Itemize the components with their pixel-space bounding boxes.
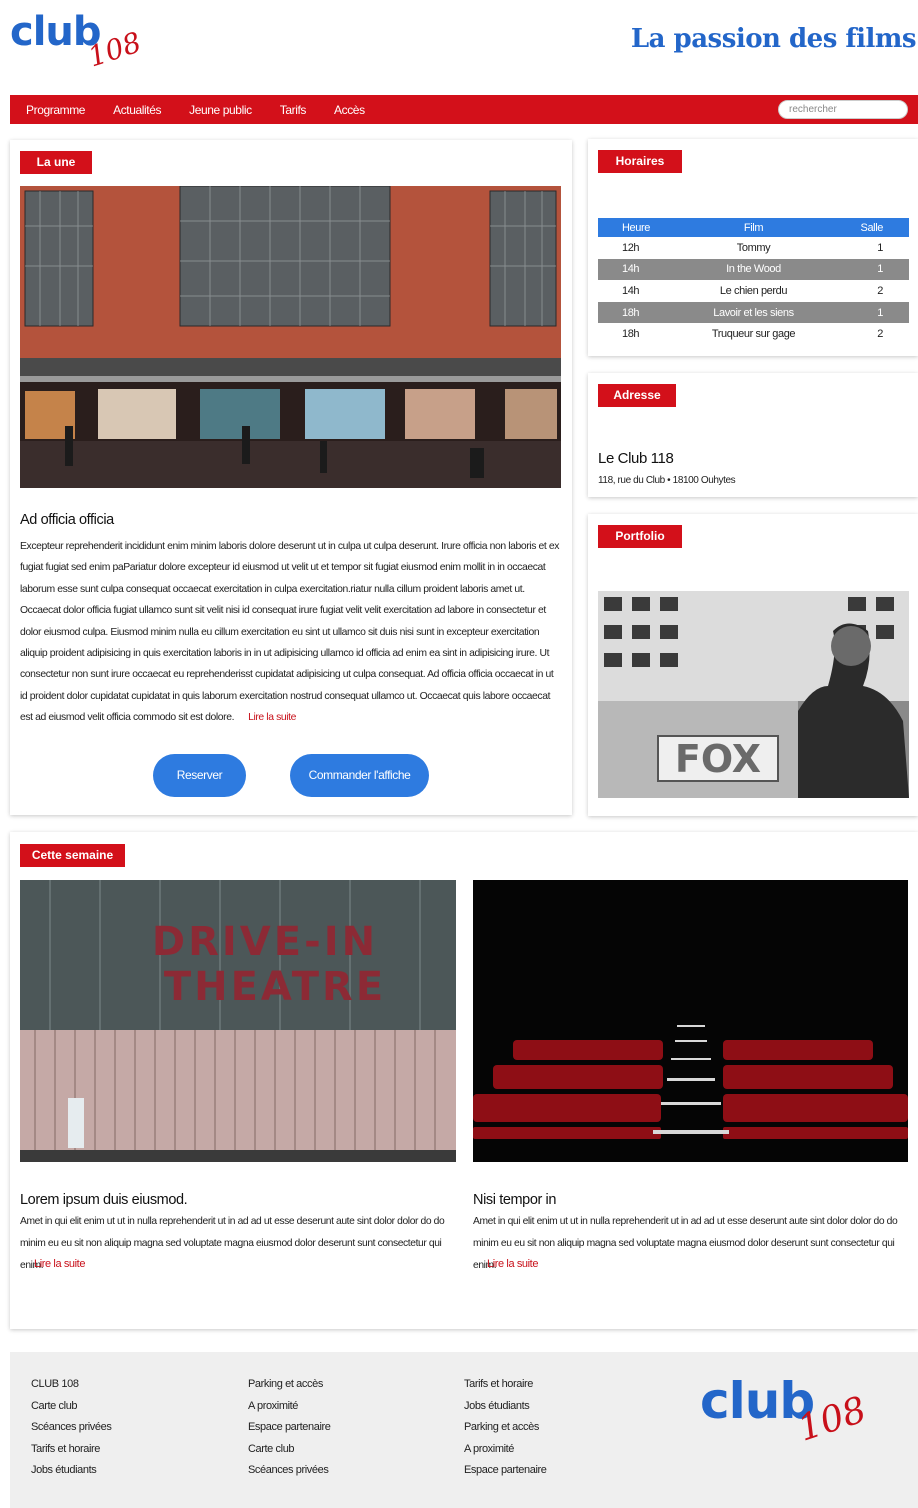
order-poster-button[interactable]: Commander l'affiche [290,754,429,797]
footer-link[interactable]: Espace partenaire [248,1417,331,1439]
la-une-text: Excepteur reprehenderit incididunt enim … [20,536,561,729]
nav-item-acces[interactable]: Accès [334,103,365,117]
main-nav: Programme Actualités Jeune public Tarifs… [10,95,918,124]
footer-link[interactable]: Carte club [31,1396,111,1418]
footer-link[interactable]: Espace partenaire [464,1460,547,1482]
news-2-title: Nisi tempor in [473,1192,557,1208]
news-2-read-more-link[interactable]: Lire la suite [487,1258,538,1270]
schedule-room: 1 [829,301,909,324]
footer-link[interactable]: Tarifs et horaire [31,1439,111,1461]
table-row[interactable]: 12h Tommy 1 [598,237,909,259]
schedule-room: 2 [877,328,883,341]
schedule-film: Le chien perdu [719,284,788,297]
cinema-name: Le Club 118 [598,450,674,467]
schedule-time: 14h [598,258,678,281]
footer-link[interactable]: Jobs étudiants [31,1460,111,1482]
schedule-time: 18h [598,301,678,324]
schedule-film: In the Wood [678,258,829,281]
footer-link[interactable]: A proximité [464,1439,546,1461]
tagline: La passion des films [630,24,917,54]
schedule-header-room: Salle [829,218,909,237]
schedule-time: 12h [622,241,640,254]
schedule-room: 1 [877,241,883,254]
schedule-header-time: Heure [598,218,678,237]
drive-in-image-text: DRIVE-IN [152,919,378,965]
news-1-text: Amet in qui elit enim ut ut in nulla rep… [20,1216,445,1271]
cinema-seats-image[interactable] [473,880,908,1162]
footer-col-3: Tarifs et horaire Jobs étudiants Parking… [464,1374,547,1482]
reserve-button[interactable]: Reserver [153,754,246,797]
footer-link[interactable]: Scéances privées [248,1460,330,1482]
portfolio-card: Portfolio FOX [588,514,918,816]
la-une-label: La une [20,151,92,174]
drive-in-image[interactable]: DRIVE-IN THEATRE [20,880,456,1162]
schedule-film: Tommy [736,241,771,254]
adresse-card: Adresse Le Club 118 118, rue du Club • 1… [588,373,918,497]
adresse-label: Adresse [598,384,676,407]
svg-text:FOX: FOX [675,737,761,781]
footer-link[interactable]: Jobs étudiants [464,1396,546,1418]
schedule-header-film: Film [678,218,829,237]
footer-link[interactable]: Parking et accès [248,1374,330,1396]
nav-item-programme[interactable]: Programme [26,103,85,117]
footer-link[interactable]: Tarifs et horaire [464,1374,546,1396]
portfolio-image[interactable]: FOX [598,591,909,798]
schedule-film: Truqueur sur gage [711,328,796,341]
schedule-room: 1 [829,258,909,281]
nav-item-tarifs[interactable]: Tarifs [280,103,307,117]
footer-logo[interactable]: club 108 [700,1376,890,1456]
la-une-read-more-link[interactable]: Lire la suite [248,712,296,723]
nav-item-actualites[interactable]: Actualités [113,103,161,117]
footer-link[interactable]: CLUB 108 [31,1374,111,1396]
la-une-title: Ad officia officia [20,512,114,528]
schedule-table: Heure Film Salle 12h Tommy 1 14h In the … [598,218,909,345]
schedule-time: 18h [622,328,640,341]
cette-semaine-label: Cette semaine [20,844,125,867]
footer-col-1: CLUB 108 Carte club Scéances privées Tar… [31,1374,112,1482]
cinema-facade-image [20,186,561,488]
nav-item-jeune-public[interactable]: Jeune public [189,103,252,117]
news-1-title: Lorem ipsum duis eiusmod. [20,1192,188,1208]
footer-link[interactable]: Scéances privées [31,1417,112,1439]
schedule-time: 14h [622,284,640,297]
footer: CLUB 108 Carte club Scéances privées Tar… [10,1352,918,1508]
portfolio-label: Portfolio [598,525,682,548]
footer-link[interactable]: Parking et accès [464,1417,546,1439]
footer-link[interactable]: A proximité [248,1396,330,1418]
footer-col-2: Parking et accès A proximité Espace part… [248,1374,331,1482]
svg-text:THEATRE: THEATRE [164,964,386,1010]
footer-link[interactable]: Carte club [248,1439,330,1461]
table-row[interactable]: 14h Le chien perdu 2 [598,280,909,302]
search-input[interactable] [778,100,908,119]
schedule-film: Lavoir et les siens [678,301,829,324]
la-une-card: La une Ad officia officia Excepteur repr… [10,140,572,815]
table-row[interactable]: 18h Lavoir et les siens 1 [598,301,909,324]
news-2-text: Amet in qui elit enim ut ut in nulla rep… [473,1216,898,1271]
news-1-read-more-link[interactable]: Lire la suite [34,1258,85,1270]
la-une-body: Excepteur reprehenderit incididunt enim … [20,541,560,724]
horaires-card: Horaires Heure Film Salle 12h Tommy 1 14… [588,139,918,356]
schedule-room: 2 [877,284,883,297]
cinema-address: 118, rue du Club • 18100 Ouhytes [598,475,736,486]
cette-semaine-card: Cette semaine DRIVE-IN THEATRE Lorem ips… [10,832,918,1329]
table-row[interactable]: 14h In the Wood 1 [598,258,909,281]
table-row[interactable]: 18h Truqueur sur gage 2 [598,323,909,345]
horaires-label: Horaires [598,150,682,173]
header-logo[interactable]: club 108 [10,12,150,73]
